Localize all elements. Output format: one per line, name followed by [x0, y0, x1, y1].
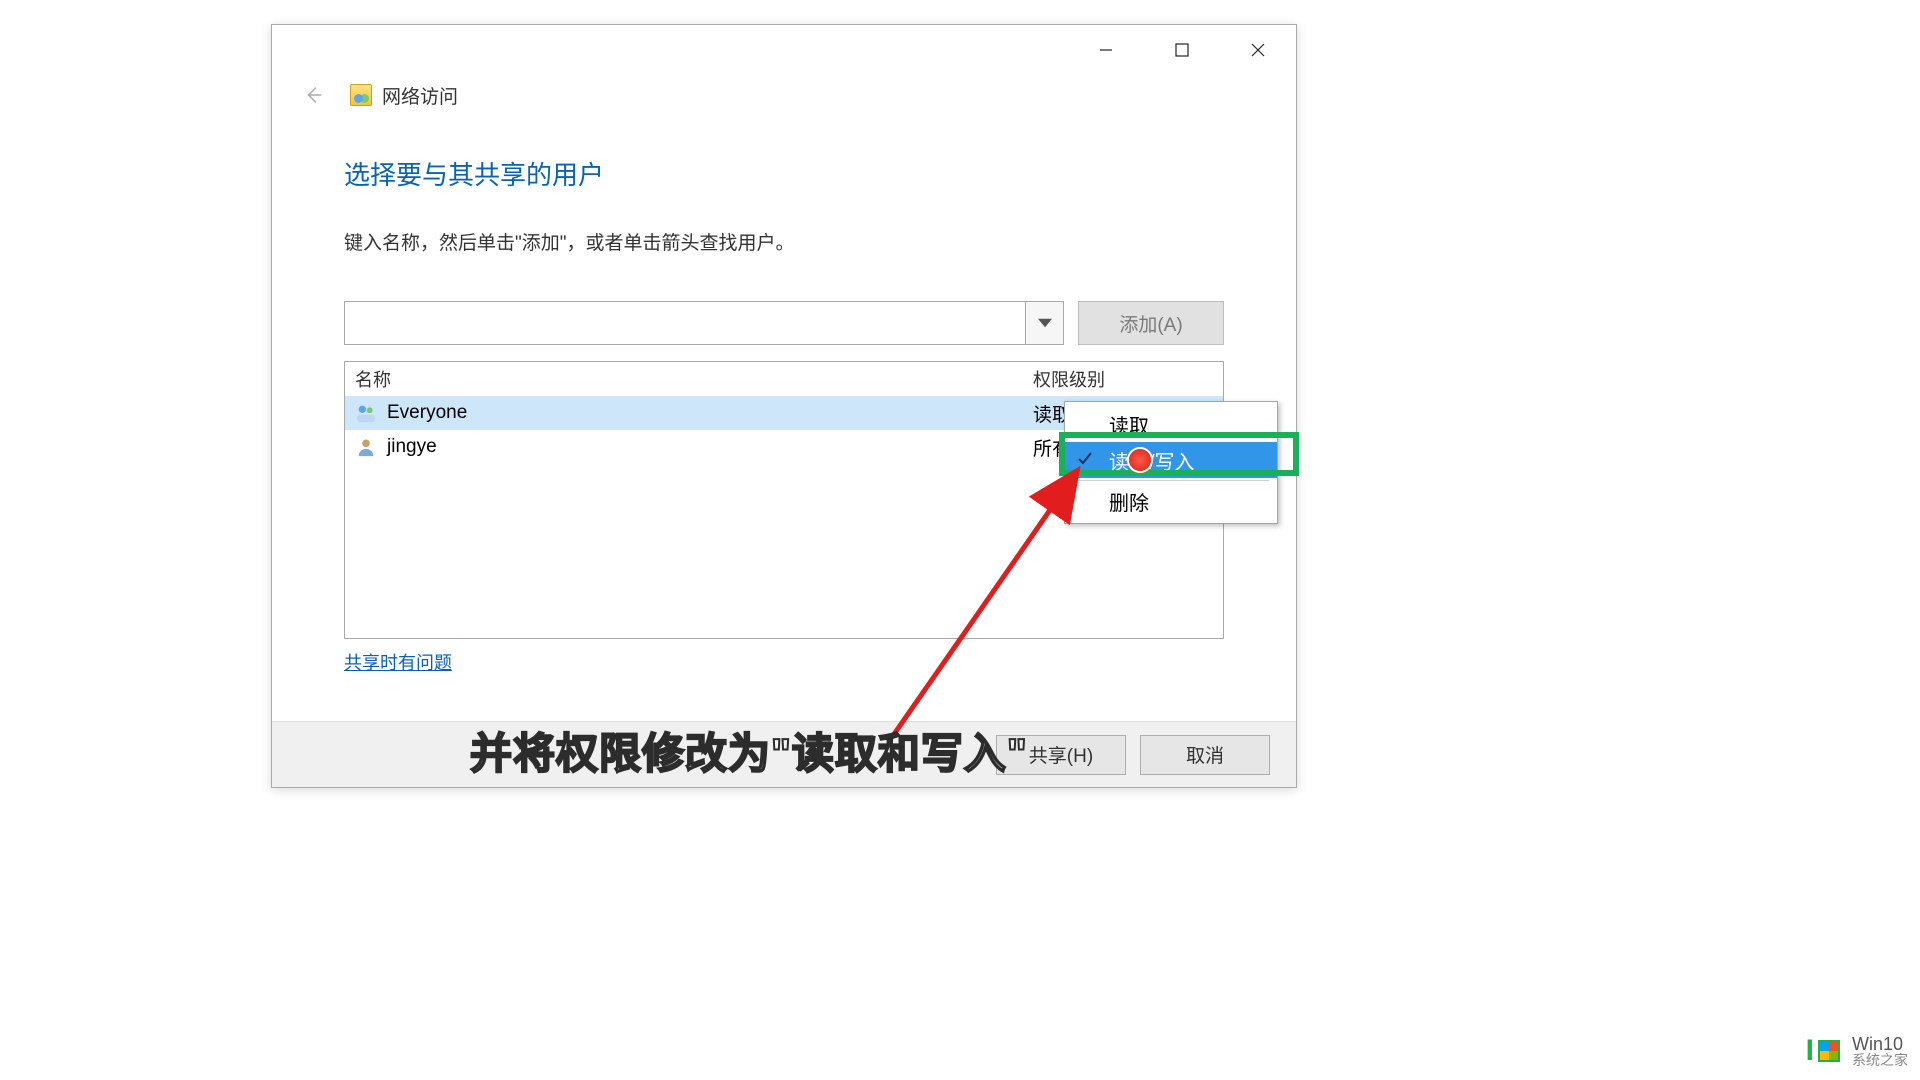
user-icon — [355, 436, 377, 458]
titlebar — [272, 25, 1296, 75]
list-header: 名称 权限级别 — [345, 362, 1223, 396]
add-user-row: 添加(A) — [344, 301, 1224, 345]
menu-item-label: 读取/写入 — [1109, 446, 1195, 475]
user-combobox[interactable] — [344, 301, 1064, 345]
instruction-text: 键入名称，然后单击"添加"，或者单击箭头查找用户。 — [344, 228, 1224, 255]
user-name: Everyone — [387, 402, 467, 424]
watermark-logo: I — [1806, 1034, 1844, 1068]
column-name[interactable]: 名称 — [355, 366, 1033, 396]
maximize-button[interactable] — [1144, 25, 1220, 75]
cancel-button[interactable]: 取消 — [1140, 735, 1270, 775]
watermark-brand: Win10 — [1852, 1035, 1908, 1053]
network-access-icon — [350, 84, 372, 106]
permission-menu: 读取 读取/写入 删除 — [1064, 401, 1278, 524]
user-input[interactable] — [345, 302, 1025, 344]
watermark: I Win10 系统之家 — [1806, 1034, 1908, 1068]
back-arrow-icon[interactable] — [300, 81, 328, 109]
minimize-button[interactable] — [1068, 25, 1144, 75]
add-button[interactable]: 添加(A) — [1078, 301, 1224, 345]
column-permission[interactable]: 权限级别 — [1033, 366, 1213, 396]
menu-item-remove[interactable]: 删除 — [1065, 483, 1277, 519]
close-button[interactable] — [1220, 25, 1296, 75]
watermark-sub: 系统之家 — [1852, 1053, 1908, 1067]
dialog-button-bar: 共享(H) 取消 — [272, 721, 1296, 787]
menu-separator — [1073, 480, 1269, 481]
dialog-header: 网络访问 — [272, 75, 1296, 125]
group-icon — [355, 402, 377, 424]
menu-item-read[interactable]: 读取 — [1065, 406, 1277, 442]
user-name: jingye — [387, 436, 437, 458]
heading: 选择要与其共享的用户 — [344, 155, 1224, 192]
share-button[interactable]: 共享(H) — [996, 735, 1126, 775]
menu-item-readwrite[interactable]: 读取/写入 — [1065, 442, 1277, 478]
dialog-title: 网络访问 — [382, 82, 458, 109]
combobox-dropdown-button[interactable] — [1025, 302, 1063, 344]
check-icon — [1077, 449, 1093, 472]
help-link[interactable]: 共享时有问题 — [344, 649, 452, 675]
